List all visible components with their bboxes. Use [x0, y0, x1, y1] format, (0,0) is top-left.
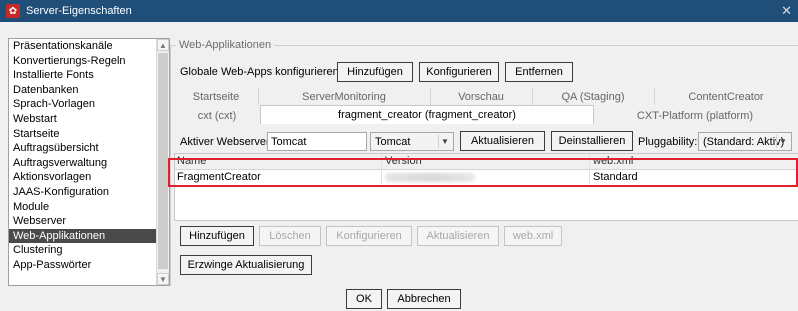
webserver-field[interactable]: Tomcat — [267, 132, 367, 151]
pluggability-select-value: (Standard: Aktiv) — [703, 135, 785, 148]
update-button[interactable]: Aktualisieren — [417, 226, 499, 246]
sidebar-item[interactable]: Clustering — [9, 243, 169, 258]
global-remove-button[interactable]: Entfernen — [505, 62, 573, 82]
close-icon[interactable]: ✕ — [781, 3, 792, 19]
sidebar-item[interactable]: Auftragsübersicht — [9, 141, 169, 156]
scrollbar-thumb[interactable] — [158, 53, 168, 269]
sidebar-item[interactable]: App-Passwörter — [9, 258, 169, 273]
webserver-select[interactable]: Tomcat ▼ — [370, 132, 454, 151]
webserver-select-value: Tomcat — [375, 135, 411, 148]
sidebar-item[interactable]: Datenbanken — [9, 83, 169, 98]
window-title: Server-Eigenschaften — [26, 5, 132, 17]
add-button[interactable]: Hinzufügen — [180, 226, 254, 246]
tab-fragment-creator[interactable]: fragment_creator (fragment_creator) — [260, 105, 594, 124]
highlight-box — [168, 158, 798, 187]
tab-vorschau[interactable]: Vorschau — [430, 88, 533, 105]
tab-qa-staging[interactable]: QA (Staging) — [532, 88, 655, 105]
sidebar-item[interactable]: Webstart — [9, 112, 169, 127]
sidebar-item[interactable]: Präsentationskanäle — [9, 39, 169, 54]
force-update-button[interactable]: Erzwinge Aktualisierung — [180, 255, 312, 275]
app-icon: ✿ — [6, 4, 20, 18]
webxml-button[interactable]: web.xml — [504, 226, 562, 246]
sidebar-item[interactable]: Sprach-Vorlagen — [9, 97, 169, 112]
sidebar-list[interactable]: Präsentationskanäle Konvertierungs-Regel… — [8, 38, 170, 286]
pluggability-select[interactable]: (Standard: Aktiv) ▼ — [698, 132, 792, 151]
delete-button[interactable]: Löschen — [259, 226, 321, 246]
global-configure-button[interactable]: Konfigurieren — [419, 62, 499, 82]
ok-button[interactable]: OK — [346, 289, 382, 309]
webserver-label: Aktiver Webserver: — [180, 136, 273, 148]
tab-cxt[interactable]: cxt (cxt) — [174, 107, 261, 124]
cancel-button[interactable]: Abbrechen — [387, 289, 461, 309]
sidebar-item[interactable]: Module — [9, 200, 169, 215]
sidebar-item[interactable]: Konvertierungs-Regeln — [9, 54, 169, 69]
sidebar-item[interactable]: JAAS-Konfiguration — [9, 185, 169, 200]
sidebar-item[interactable]: Installierte Fonts — [9, 68, 169, 83]
chevron-down-icon[interactable]: ▼ — [438, 135, 451, 148]
scroll-up-icon[interactable]: ▲ — [157, 39, 169, 51]
global-add-button[interactable]: Hinzufügen — [337, 62, 413, 82]
chevron-down-icon[interactable]: ▼ — [776, 135, 789, 148]
webserver-update-button[interactable]: Aktualisieren — [460, 131, 545, 151]
sidebar-item[interactable]: Webserver — [9, 214, 169, 229]
tab-contentcreator[interactable]: ContentCreator — [654, 88, 798, 105]
tab-cxt-platform[interactable]: CXT-Platform (platform) — [592, 107, 798, 124]
group-title: Web-Applikationen — [176, 39, 275, 51]
configure-button[interactable]: Konfigurieren — [326, 226, 412, 246]
sidebar-item-selected[interactable]: Web-Applikationen — [9, 228, 169, 244]
sidebar-item[interactable]: Auftragsverwaltung — [9, 156, 169, 171]
tab-startseite[interactable]: Startseite — [174, 88, 259, 105]
scroll-down-icon[interactable]: ▼ — [157, 273, 169, 285]
title-bar: ✿ Server-Eigenschaften ✕ — [0, 0, 798, 22]
tab-servermonitoring[interactable]: ServerMonitoring — [258, 88, 431, 105]
webserver-uninstall-button[interactable]: Deinstallieren — [551, 131, 633, 151]
pluggability-label: Pluggability: — [638, 136, 698, 148]
sidebar-item[interactable]: Aktionsvorlagen — [9, 170, 169, 185]
global-webapps-label: Globale Web-Apps konfigurieren: — [180, 66, 342, 78]
sidebar-item[interactable]: Startseite — [9, 127, 169, 142]
